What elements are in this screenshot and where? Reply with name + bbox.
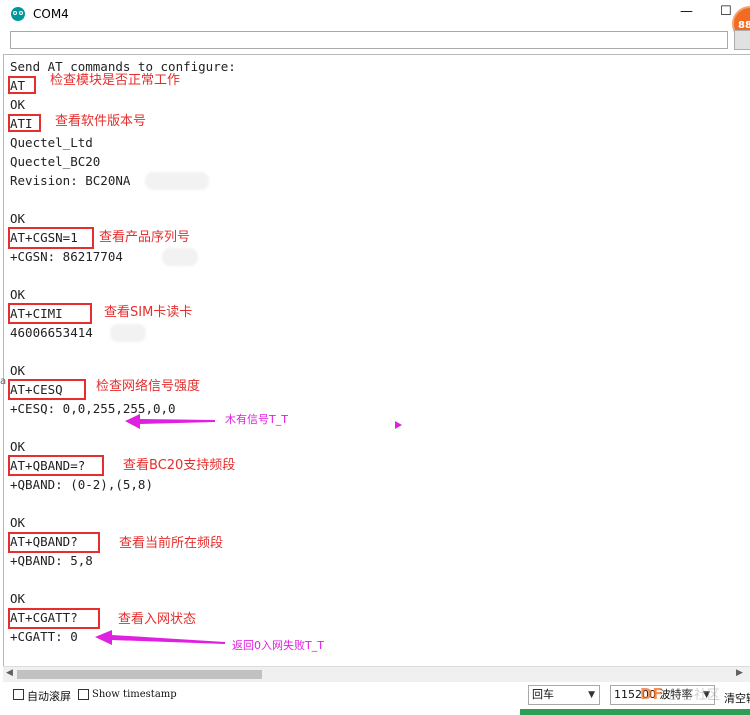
- arrow-attach-fail-icon: [95, 630, 225, 645]
- annotation-no-signal: 木有信号T_T: [225, 413, 288, 426]
- scroll-right-icon[interactable]: ▶: [736, 668, 743, 678]
- annotation-attach-fail: 返回0入网失败T_T: [232, 639, 324, 652]
- annotation-arrows: [95, 414, 225, 645]
- status-strip: [520, 709, 750, 715]
- horizontal-scrollbar[interactable]: ◀ ▶: [3, 666, 750, 682]
- chevron-down-icon: ▼: [588, 690, 595, 700]
- pointer-mark-icon: [395, 421, 402, 429]
- scrollbar-thumb[interactable]: [17, 670, 262, 679]
- line-ending-select[interactable]: 回车 ▼: [528, 685, 600, 705]
- autoscroll-label: 自动滚屏: [27, 690, 71, 703]
- arrow-no-signal-icon: [125, 414, 215, 429]
- timestamp-label: Show timestamp: [92, 689, 177, 700]
- scroll-left-icon[interactable]: ◀: [6, 668, 13, 678]
- watermark: DF 创客社区: [640, 684, 720, 703]
- line-ending-value: 回车: [532, 688, 554, 701]
- watermark-brand: DF: [640, 685, 663, 703]
- watermark-sub: 创客社区: [667, 688, 720, 703]
- timestamp-checkbox[interactable]: [78, 689, 89, 700]
- clear-output-button[interactable]: 清空输出: [724, 690, 750, 706]
- autoscroll-checkbox[interactable]: [13, 689, 24, 700]
